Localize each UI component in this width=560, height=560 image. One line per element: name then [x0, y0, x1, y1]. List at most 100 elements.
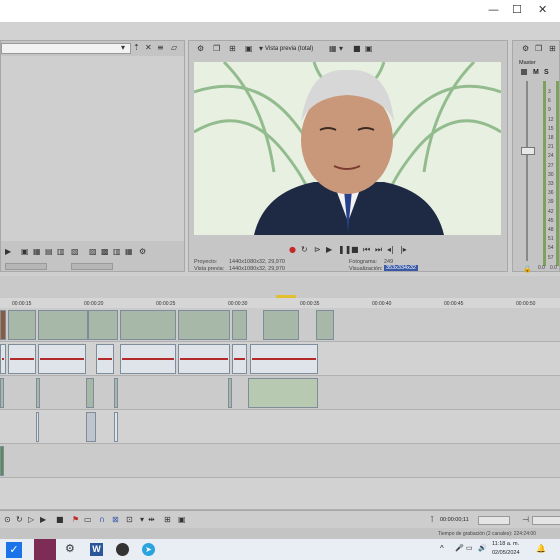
- preview-icon[interactable]: ▣: [21, 247, 29, 257]
- lock-icon[interactable]: 🔒: [523, 265, 532, 273]
- copy-icon[interactable]: ❐: [213, 44, 220, 54]
- solo-button[interactable]: S: [544, 69, 549, 76]
- list-icon[interactable]: ▥: [57, 247, 65, 257]
- loop-icon[interactable]: ↻: [16, 515, 23, 525]
- audio-clip[interactable]: [96, 344, 114, 374]
- film-icon[interactable]: ▤: [45, 247, 53, 257]
- volume-icon[interactable]: 🔊: [478, 544, 487, 552]
- audio-clip[interactable]: [114, 412, 118, 442]
- stop-button[interactable]: ■: [351, 245, 359, 255]
- tile-icon[interactable]: ▧: [71, 247, 79, 257]
- explorer-path-field[interactable]: [1, 43, 131, 54]
- chevron-down-icon[interactable]: ▾: [339, 44, 343, 54]
- video-clip[interactable]: [36, 378, 40, 408]
- up-folder-icon[interactable]: ⇡: [133, 43, 140, 53]
- play-from-start-button[interactable]: ⊳: [314, 245, 321, 255]
- video-clip[interactable]: [8, 310, 36, 340]
- play-icon[interactable]: ▶: [5, 247, 11, 257]
- media3-icon[interactable]: ▥: [113, 247, 121, 257]
- video-clip[interactable]: [38, 310, 88, 340]
- flag-icon[interactable]: ⚑: [72, 515, 79, 525]
- video-clip[interactable]: [316, 310, 334, 340]
- clock-time[interactable]: 11:18 a. m.: [492, 541, 519, 547]
- prev-frame-button[interactable]: ◂|: [387, 245, 394, 255]
- lock-envelope-icon[interactable]: ⊡: [126, 515, 133, 525]
- grid-icon[interactable]: ▦: [33, 247, 41, 257]
- audio-clip[interactable]: [86, 412, 96, 442]
- gear-icon[interactable]: ⚙: [197, 44, 204, 54]
- audio-track-2[interactable]: [0, 410, 560, 444]
- telegram-icon[interactable]: ➤: [142, 543, 155, 556]
- gear-icon[interactable]: ⚙: [522, 44, 529, 54]
- audio-clip[interactable]: [38, 344, 86, 374]
- video-clip[interactable]: [88, 310, 118, 340]
- marker-icon[interactable]: ▭: [84, 515, 92, 525]
- chevron-down-icon[interactable]: ▾: [121, 43, 125, 53]
- split-icon[interactable]: ⊞: [229, 44, 236, 54]
- loop-region-marker[interactable]: [276, 295, 296, 298]
- go-to-start-button[interactable]: ⏮: [363, 245, 370, 255]
- notification-icon[interactable]: 🔔: [536, 544, 546, 553]
- grid-icon[interactable]: ▦: [329, 44, 337, 54]
- chevron-down-icon[interactable]: ▾: [140, 515, 144, 525]
- video-clip[interactable]: [0, 378, 4, 408]
- video-clip[interactable]: [120, 310, 176, 340]
- explorer-list[interactable]: [1, 56, 184, 241]
- video-clip[interactable]: [263, 310, 299, 340]
- media4-icon[interactable]: ▦: [125, 247, 133, 257]
- end-marker-icon[interactable]: ⊣: [522, 515, 529, 525]
- marker-pin-icon[interactable]: ⊺: [430, 515, 434, 525]
- video-clip[interactable]: [228, 378, 232, 408]
- record-icon[interactable]: ⊙: [4, 515, 11, 525]
- video-clip[interactable]: [178, 310, 230, 340]
- mute-button[interactable]: M: [533, 69, 539, 76]
- copy-snapshot-icon[interactable]: ▣: [365, 44, 373, 54]
- save-snapshot-icon[interactable]: ■: [353, 44, 361, 54]
- length-input[interactable]: [532, 516, 560, 525]
- audio-clip[interactable]: [0, 344, 6, 374]
- video-clip[interactable]: [114, 378, 118, 408]
- check-app-icon[interactable]: ✓: [6, 542, 22, 558]
- play-button[interactable]: ▶: [326, 245, 332, 255]
- envelope-icon[interactable]: ▣: [178, 515, 186, 525]
- snap-icon[interactable]: ∩: [99, 515, 105, 525]
- video-clip[interactable]: [0, 446, 4, 476]
- split-icon[interactable]: ⊞: [549, 44, 556, 54]
- chevron-down-icon[interactable]: ▾: [259, 44, 263, 54]
- audio-clip[interactable]: [178, 344, 230, 374]
- play-alt-icon[interactable]: ▶: [40, 515, 46, 525]
- go-to-end-button[interactable]: ⏭: [375, 245, 382, 255]
- maximize-button[interactable]: ☐: [512, 3, 522, 16]
- settings-icon[interactable]: ⚙: [139, 247, 146, 257]
- folder-icon[interactable]: ▱: [171, 43, 177, 53]
- app-icon[interactable]: [116, 543, 129, 556]
- audio-clip[interactable]: [8, 344, 36, 374]
- mic-icon[interactable]: 🎤: [455, 544, 464, 552]
- play-icon[interactable]: ▷: [28, 515, 34, 525]
- minimize-button[interactable]: —: [488, 3, 499, 16]
- next-frame-button[interactable]: |▸: [400, 245, 407, 255]
- audio-clip[interactable]: [36, 412, 39, 442]
- media-icon[interactable]: ▨: [89, 247, 97, 257]
- overlay-icon[interactable]: ▣: [245, 44, 253, 54]
- audio-clip[interactable]: [250, 344, 318, 374]
- network-icon[interactable]: ▭: [466, 544, 473, 552]
- preview-quality-dropdown[interactable]: Vista previa (total): [265, 46, 313, 52]
- video-clip[interactable]: [86, 378, 94, 408]
- audio-clip[interactable]: [120, 344, 176, 374]
- master-fader[interactable]: [521, 147, 535, 155]
- active-app-icon[interactable]: [34, 539, 56, 560]
- empty-track[interactable]: [0, 478, 560, 510]
- media2-icon[interactable]: ▩: [101, 247, 109, 257]
- settings-app-icon[interactable]: ⚙: [65, 543, 75, 554]
- loop-button[interactable]: ↻: [301, 245, 308, 255]
- video-clip[interactable]: [232, 310, 247, 340]
- fx-icon[interactable]: [521, 69, 527, 75]
- selection-icon[interactable]: ⊞: [164, 515, 171, 525]
- close-button[interactable]: ✕: [538, 3, 547, 16]
- ripple-icon[interactable]: ⊠: [112, 515, 119, 525]
- clock-date[interactable]: 02/05/2024: [492, 550, 520, 556]
- stop-icon[interactable]: ■: [56, 515, 64, 525]
- word-icon[interactable]: W: [90, 543, 103, 556]
- video-track-3[interactable]: [0, 444, 560, 478]
